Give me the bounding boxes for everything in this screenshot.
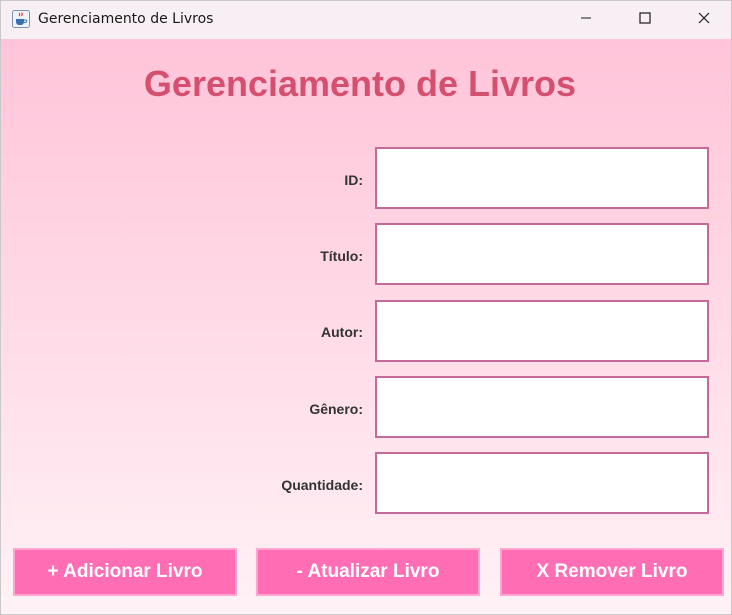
quantidade-label: Quantidade:: [281, 477, 363, 493]
autor-field[interactable]: [375, 300, 709, 362]
id-field[interactable]: [375, 147, 709, 209]
maximize-button[interactable]: [616, 1, 674, 39]
update-book-button[interactable]: - Atualizar Livro: [256, 548, 480, 596]
java-coffee-cup-icon: [12, 10, 30, 28]
genero-label: Gênero:: [309, 401, 363, 417]
genero-field[interactable]: [375, 376, 709, 438]
quantidade-field[interactable]: [375, 452, 709, 514]
titulo-field[interactable]: [375, 223, 709, 285]
form-panel: Gerenciamento de Livros ID: Título: Auto…: [1, 39, 731, 614]
minimize-button[interactable]: [557, 1, 615, 39]
remove-book-button[interactable]: X Remover Livro: [500, 548, 724, 596]
close-icon: [698, 11, 710, 29]
app-window: Gerenciamento de Livros Gerenciamento de…: [0, 0, 732, 615]
autor-label: Autor:: [321, 324, 363, 340]
close-button[interactable]: [675, 1, 731, 39]
id-label: ID:: [344, 172, 363, 188]
minimize-icon: [580, 11, 592, 29]
titulo-label: Título:: [320, 248, 363, 264]
maximize-icon: [639, 11, 651, 29]
window-title: Gerenciamento de Livros: [38, 11, 214, 27]
add-book-button[interactable]: + Adicionar Livro: [13, 548, 237, 596]
title-bar[interactable]: Gerenciamento de Livros: [1, 1, 731, 39]
page-title: Gerenciamento de Livros: [143, 63, 577, 104]
